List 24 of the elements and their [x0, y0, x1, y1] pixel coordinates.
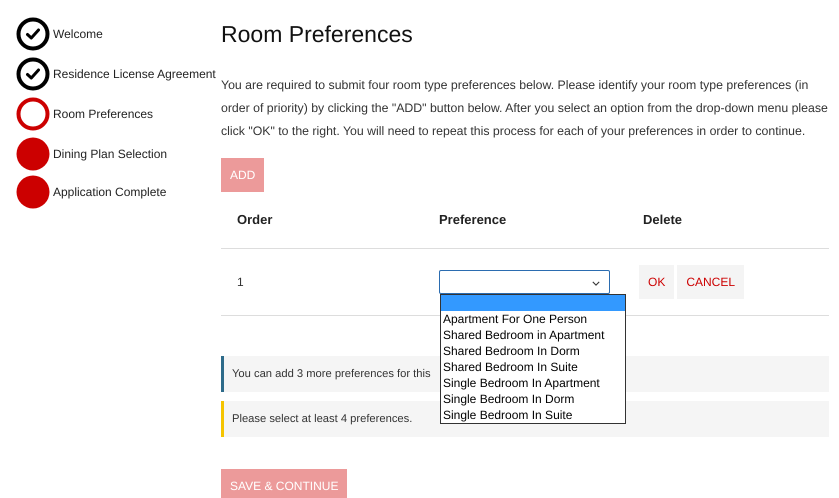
- column-header: Preference: [439, 212, 508, 229]
- dropdown-option[interactable]: Single Bedroom In Suite: [441, 407, 625, 423]
- step-label[interactable]: Application Complete: [53, 185, 166, 199]
- preference-select[interactable]: [439, 270, 610, 294]
- step-label[interactable]: Residence License Agreement: [53, 67, 216, 81]
- step-label[interactable]: Room Preferences: [53, 107, 154, 121]
- intro-text: You are required to submit four room type preferences below. Please identify your room type preferences (in order of priority) by clicking the "ADD" button below. After you select an option from the drop-down menu please click "OK" to the right. You will need to repeat this process for each of your preferences in order to continue.: [221, 77, 829, 140]
- dropdown-option[interactable]: Shared Bedroom In Suite: [441, 359, 625, 375]
- ok-button[interactable]: OK: [639, 265, 674, 299]
- dropdown-option[interactable]: Single Bedroom In Apartment: [441, 375, 625, 391]
- cancel-button[interactable]: CANCEL: [677, 265, 744, 299]
- dropdown-option[interactable]: Shared Bedroom in Apartment: [441, 327, 625, 343]
- caret-icon: [592, 281, 600, 286]
- dropdown-option[interactable]: Single Bedroom In Dorm: [441, 391, 625, 407]
- page-title: Room Preferences: [221, 20, 414, 49]
- column-header: Order: [237, 212, 274, 229]
- column-header: Delete: [643, 212, 684, 229]
- dropdown-option[interactable]: Shared Bedroom In Dorm: [441, 343, 625, 359]
- notice-text: You can add 3 more preferences for this: [232, 368, 431, 380]
- step-label[interactable]: Dining Plan Selection: [53, 147, 168, 161]
- step-label[interactable]: Welcome: [53, 27, 103, 41]
- order-cell-text: 1: [237, 275, 245, 289]
- dropdown-option[interactable]: Apartment For One Person: [441, 311, 625, 327]
- notice-text: Please select at least 4 preferences.: [232, 413, 412, 425]
